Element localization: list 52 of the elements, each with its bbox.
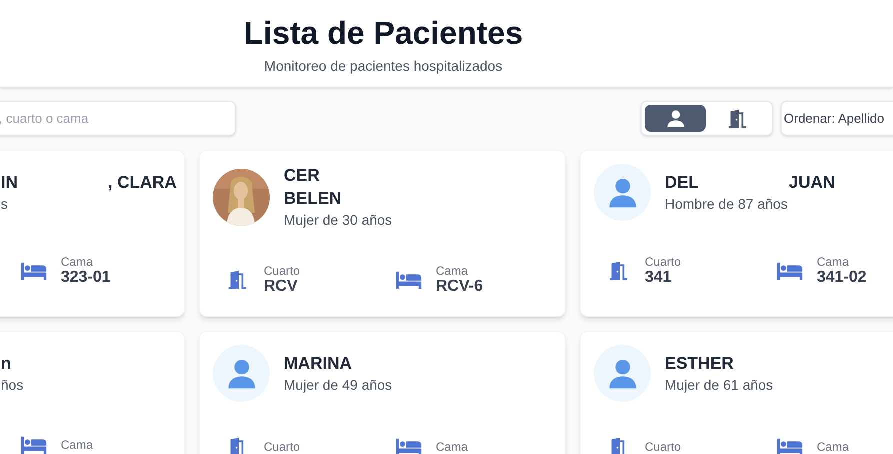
bed-icon [21,436,47,454]
patient-name: ESTHER [665,353,734,375]
patient-name: IN [1,172,18,194]
bed-icon [777,438,803,454]
bed-label: Cama [817,255,850,269]
bed-icon [396,271,422,289]
door-icon [728,108,750,130]
bed-label: Cama [436,440,468,454]
room-number: RCV [264,278,299,296]
bed-icon [777,262,803,280]
patient-description: s [1,195,9,214]
patient-name: CER [284,165,320,187]
patient-card[interactable]: DEL JUAN Hombre de 87 años Cuarto 341 Cama 341-02 [580,150,893,317]
patient-description: Mujer de 49 años [284,376,392,395]
bed-label: Cama [61,438,94,452]
room-label: Cuarto [645,255,682,269]
patient-name: JUAN [789,172,836,194]
person-icon [226,358,258,390]
patient-description: Mujer de 30 años [284,211,392,230]
patient-view-button[interactable] [645,105,706,132]
room-label: Cuarto [264,264,300,278]
patient-card[interactable]: CER BELEN Mujer de 30 años Cuarto RCV Cama RCV-6 [199,150,566,317]
sort-dropdown[interactable]: Ordenar: Apellido [781,101,893,136]
room-number: 341 [645,269,673,287]
patient-card[interactable]: n ños Cama [0,331,185,454]
patient-name: MARINA [284,353,352,375]
patient-card[interactable]: IN , CLARA s Cama 323-01 [0,150,185,317]
person-icon [606,176,638,208]
patient-description: Hombre de 87 años [665,195,789,214]
patient-card[interactable]: MARINA Mujer de 49 años Cuarto Cama [199,331,566,454]
bed-number: RCV-6 [436,278,484,296]
bed-label: Cama [61,255,94,269]
room-label: Cuarto [264,440,300,454]
patient-description: Mujer de 61 años [665,376,774,395]
patient-description: ños [1,376,24,395]
page-title: Lista de Pacientes [244,14,524,52]
patient-name: BELEN [284,188,342,210]
patient-name: DEL [665,172,699,194]
person-icon [606,358,638,390]
patient-name: n [1,353,12,375]
room-label: Cuarto [645,440,682,454]
bed-icon [21,262,47,280]
bed-label: Cama [436,264,470,278]
bed-label: Cama [817,440,850,454]
patient-card[interactable]: ESTHER Mujer de 61 años Cuarto Cama [580,331,893,454]
bed-icon [396,438,422,454]
bed-number: 341-02 [817,269,867,287]
search-field[interactable]: , cuarto o cama [0,101,236,136]
person-icon [666,108,686,128]
page-subtitle: Monitoreo de pacientes hospitalizados [264,57,503,76]
patient-name: , CLARA [108,172,177,194]
bed-number: 323-01 [61,269,111,287]
